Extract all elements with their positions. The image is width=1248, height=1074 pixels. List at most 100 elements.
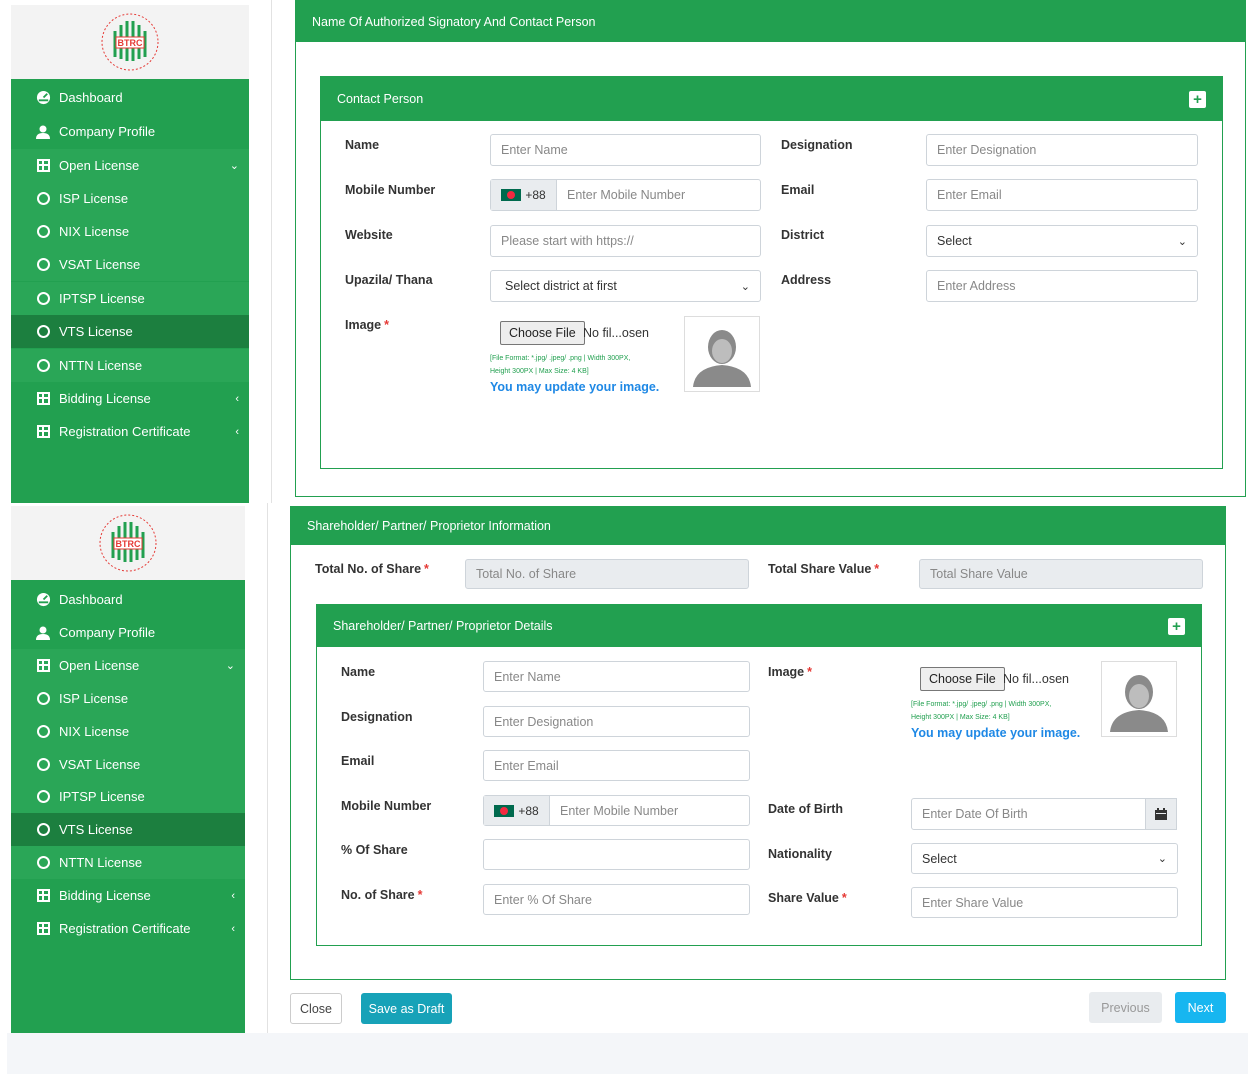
sidebar-item-nix-license[interactable]: NIX License bbox=[11, 715, 245, 748]
no-of-share-label: No. of Share * bbox=[341, 888, 423, 902]
contact-person-card: Contact Person + Name Enter Name Designa… bbox=[320, 76, 1223, 469]
placeholder: Enter Email bbox=[494, 758, 559, 773]
required-mark: * bbox=[807, 665, 813, 679]
sidebar-item-label: NIX License bbox=[59, 724, 130, 739]
placeholder: Enter Share Value bbox=[922, 895, 1024, 910]
card-title: Contact Person bbox=[337, 92, 424, 106]
mobile-input[interactable]: +88 Enter Mobile Number bbox=[490, 179, 761, 211]
sidebar-item-dashboard[interactable]: Dashboard bbox=[11, 81, 249, 114]
sidebar-item-isp-license[interactable]: ISP License bbox=[11, 682, 245, 715]
nationality-select[interactable]: Select ⌄ bbox=[911, 843, 1178, 874]
sidebar-item-open-license[interactable]: Open License ⌄ bbox=[11, 149, 249, 182]
name-input[interactable]: Enter Name bbox=[483, 661, 750, 692]
website-input[interactable]: Please start with https:// bbox=[490, 225, 761, 257]
sidebar-item-bidding-license[interactable]: Bidding License ‹ bbox=[11, 382, 249, 415]
circle-icon bbox=[35, 822, 51, 838]
sidebar-item-vts-license[interactable]: VTS License bbox=[11, 315, 249, 348]
sidebar-item-dashboard[interactable]: Dashboard bbox=[11, 583, 245, 616]
designation-input[interactable]: Enter Designation bbox=[483, 706, 750, 737]
required-mark: * bbox=[417, 888, 423, 902]
button-label: Previous bbox=[1101, 1000, 1150, 1015]
email-input[interactable]: Enter Email bbox=[483, 750, 750, 781]
sidebar-item-registration-certificate[interactable]: Registration Certificate ‹ bbox=[11, 912, 245, 945]
upazila-select[interactable]: Select district at first ⌄ bbox=[490, 270, 761, 302]
label-text: Share Value bbox=[768, 891, 839, 905]
page-footer-strip bbox=[7, 1033, 1248, 1074]
card-header: Contact Person + bbox=[321, 77, 1222, 121]
circle-icon bbox=[35, 789, 51, 805]
sidebar-item-vsat-license[interactable]: VSAT License bbox=[11, 248, 249, 281]
sidebar-item-isp-license[interactable]: ISP License bbox=[11, 182, 249, 215]
update-image-link[interactable]: You may update your image. bbox=[911, 726, 1080, 740]
close-button[interactable]: Close bbox=[290, 993, 342, 1024]
total-share-input[interactable]: Total No. of Share bbox=[465, 559, 749, 589]
add-contact-button[interactable]: + bbox=[1189, 90, 1206, 108]
button-label: Next bbox=[1187, 1000, 1214, 1015]
total-share-label: Total No. of Share * bbox=[315, 562, 429, 576]
save-draft-button[interactable]: Save as Draft bbox=[361, 993, 452, 1024]
label-text: Total No. of Share bbox=[315, 562, 422, 576]
sidebar-item-label: VSAT License bbox=[59, 757, 141, 772]
update-image-link[interactable]: You may update your image. bbox=[490, 380, 659, 394]
sidebar-item-label: IPTSP License bbox=[59, 291, 145, 306]
country-code-text: +88 bbox=[518, 803, 539, 818]
address-input[interactable]: Enter Address bbox=[926, 270, 1198, 302]
calendar-icon[interactable] bbox=[1145, 798, 1177, 830]
choose-file-button[interactable]: Choose File bbox=[920, 667, 1005, 691]
country-code[interactable]: +88 bbox=[491, 180, 557, 210]
sidebar-item-registration-certificate[interactable]: Registration Certificate ‹ bbox=[11, 415, 249, 448]
sidebar-item-nix-license[interactable]: NIX License bbox=[11, 215, 249, 248]
avatar bbox=[684, 316, 760, 392]
avatar bbox=[1101, 661, 1177, 737]
name-input[interactable]: Enter Name bbox=[490, 134, 761, 166]
sidebar-item-nttn-license[interactable]: NTTN License bbox=[11, 846, 245, 879]
sidebar-item-open-license[interactable]: Open License ⌄ bbox=[11, 649, 245, 682]
choose-file-button[interactable]: Choose File bbox=[500, 321, 585, 345]
share-value-input[interactable]: Enter Share Value bbox=[911, 887, 1178, 918]
sidebar-item-label: NIX License bbox=[59, 224, 130, 239]
user-placeholder-icon bbox=[689, 321, 755, 387]
previous-button[interactable]: Previous bbox=[1089, 992, 1162, 1023]
card-header: Shareholder/ Partner/ Proprietor Details… bbox=[317, 605, 1201, 647]
email-input[interactable]: Enter Email bbox=[926, 179, 1198, 211]
sidebar-item-bidding-license[interactable]: Bidding License ‹ bbox=[11, 879, 245, 912]
name-label: Name bbox=[341, 665, 376, 679]
next-button[interactable]: Next bbox=[1175, 992, 1226, 1023]
chevron-left-icon: ‹ bbox=[235, 392, 239, 405]
district-label: District bbox=[781, 228, 825, 242]
sidebar-item-vts-license[interactable]: VTS License bbox=[11, 813, 245, 846]
email-label: Email bbox=[781, 183, 815, 197]
sidebar-item-company-profile[interactable]: Company Profile bbox=[11, 115, 249, 148]
country-code[interactable]: +88 bbox=[484, 796, 550, 825]
mobile-input[interactable]: +88 Enter Mobile Number bbox=[483, 795, 750, 826]
sidebar-item-vsat-license[interactable]: VSAT License bbox=[11, 748, 245, 781]
designation-label: Designation bbox=[341, 710, 413, 724]
sidebar-item-label: VSAT License bbox=[59, 257, 141, 272]
circle-icon bbox=[35, 324, 51, 340]
sidebar-item-company-profile[interactable]: Company Profile bbox=[11, 616, 245, 649]
designation-input[interactable]: Enter Designation bbox=[926, 134, 1198, 166]
authorized-signatory-card: Name Of Authorized Signatory And Contact… bbox=[295, 0, 1246, 497]
dob-input[interactable]: Enter Date Of Birth bbox=[911, 798, 1146, 830]
total-value-input[interactable]: Total Share Value bbox=[919, 559, 1203, 589]
sidebar-item-label: ISP License bbox=[59, 191, 129, 206]
sidebar-item-iptsp-license[interactable]: IPTSP License bbox=[11, 780, 245, 813]
percent-share-input[interactable] bbox=[483, 839, 750, 870]
sidebar-item-label: NTTN License bbox=[59, 358, 143, 373]
sidebar-item-nttn-license[interactable]: NTTN License bbox=[11, 349, 249, 382]
district-select[interactable]: Select ⌄ bbox=[926, 225, 1198, 257]
label-text: No. of Share bbox=[341, 888, 415, 902]
circle-icon bbox=[35, 358, 51, 374]
chevron-down-icon: ⌄ bbox=[740, 280, 750, 293]
file-status: No fil...osen bbox=[1003, 672, 1070, 686]
circle-icon bbox=[35, 724, 51, 740]
no-of-share-input[interactable]: Enter % Of Share bbox=[483, 884, 750, 915]
circle-icon bbox=[35, 855, 51, 871]
add-shareholder-button[interactable]: + bbox=[1168, 617, 1185, 635]
circle-icon bbox=[35, 257, 51, 273]
sidebar-item-label: Registration Certificate bbox=[59, 921, 191, 936]
hint-line: Height 300PX | Max Size: 4 KB] bbox=[490, 368, 589, 375]
user-placeholder-icon bbox=[1106, 666, 1172, 732]
sidebar-item-iptsp-license[interactable]: IPTSP License bbox=[11, 282, 249, 315]
hint-line: [File Format: *.jpg/ .jpeg/ .png | Width… bbox=[490, 355, 631, 362]
